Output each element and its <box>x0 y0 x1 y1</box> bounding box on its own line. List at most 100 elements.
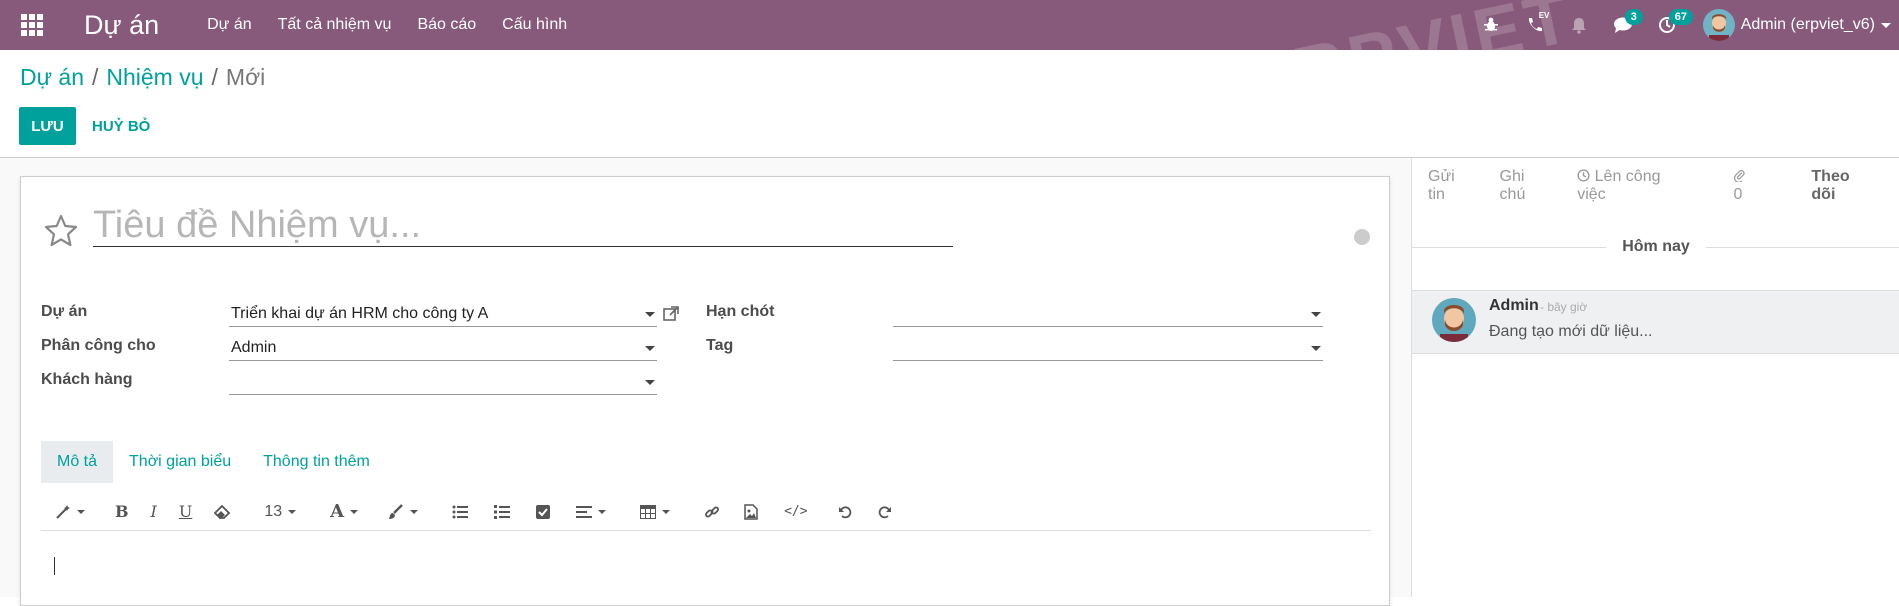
messages-icon[interactable]: 3 <box>1601 0 1645 50</box>
clock-icon <box>1577 169 1590 182</box>
table-icon <box>640 504 657 519</box>
tag-label: Tag <box>706 337 734 354</box>
chevron-down-icon <box>1311 312 1321 317</box>
numbered-list-icon[interactable] <box>494 497 511 527</box>
chevron-down-icon <box>410 509 419 514</box>
bold-icon[interactable]: B <box>115 497 129 527</box>
send-message-button[interactable]: Gửi tin <box>1428 168 1470 204</box>
breadcrumb-separator: / <box>91 64 99 90</box>
chevron-down-icon <box>645 312 655 317</box>
menu-item-all-tasks[interactable]: Tất cả nhiệm vụ <box>278 16 392 34</box>
paperclip-icon <box>1733 169 1745 183</box>
menu-item-configuration[interactable]: Cấu hình <box>502 16 567 34</box>
tab-extra-info[interactable]: Thông tin thêm <box>247 441 386 483</box>
bullet-list-icon[interactable] <box>452 497 469 527</box>
paint-brush-icon <box>389 503 403 519</box>
font-size-value: 13 <box>264 502 283 520</box>
voip-phone-icon[interactable]: EV <box>1513 0 1557 50</box>
date-separator-label: Hôm nay <box>1622 238 1690 255</box>
font-size-dropdown[interactable]: 13 <box>264 497 297 527</box>
schedule-activity-button[interactable]: Lên công việc <box>1577 168 1703 204</box>
chatter-panel: Gửi tin Ghi chú Lên công việc 0 Theo dõi… <box>1411 158 1899 597</box>
assignee-value: Admin <box>231 339 277 356</box>
ev-label: EV <box>1538 11 1550 20</box>
chevron-down-icon <box>350 509 359 514</box>
chevron-down-icon <box>662 509 671 514</box>
attachments-count: 0 <box>1733 186 1743 203</box>
separator-line <box>1705 246 1899 248</box>
chevron-down-icon <box>288 509 297 514</box>
style-dropdown[interactable] <box>55 497 85 527</box>
activities-clock-icon[interactable]: 67 <box>1645 0 1693 50</box>
background-color-dropdown[interactable] <box>388 497 419 527</box>
message-author[interactable]: Admin <box>1489 297 1539 315</box>
save-button[interactable]: LƯU <box>19 107 76 145</box>
editor-text-cursor[interactable] <box>54 557 55 575</box>
notification-bell-icon[interactable] <box>1557 0 1601 50</box>
redo-icon[interactable] <box>878 497 892 527</box>
underline-icon[interactable]: U <box>179 497 192 527</box>
notebook-tabs: Mô tả Thời gian biểu Thông tin thêm <box>41 441 386 483</box>
debug-bug-icon[interactable] <box>1469 0 1513 50</box>
tab-timesheets[interactable]: Thời gian biểu <box>113 441 247 483</box>
table-dropdown[interactable] <box>640 497 671 527</box>
checklist-icon[interactable] <box>536 497 551 527</box>
italic-icon[interactable]: I <box>151 497 157 527</box>
customer-field[interactable] <box>229 369 657 395</box>
message-date: - bây giờ <box>1540 300 1588 314</box>
breadcrumb-tasks[interactable]: Nhiệm vụ <box>106 64 203 91</box>
chatter-message: Admin - bây giờ Đang tạo mới dữ liệu... <box>1412 290 1899 354</box>
link-icon[interactable] <box>704 497 720 527</box>
date-separator: Hôm nay <box>1412 238 1899 256</box>
top-navbar: Dự án Dự án Tất cả nhiệm vụ Báo cáo Cấu … <box>0 0 1899 125</box>
message-body: Đang tạo mới dữ liệu... <box>1489 323 1653 340</box>
menu-item-projects[interactable]: Dự án <box>207 16 252 34</box>
external-link-icon[interactable] <box>662 305 680 328</box>
attachments-button[interactable]: 0 <box>1733 168 1782 204</box>
eraser-icon[interactable] <box>214 497 232 527</box>
log-note-button[interactable]: Ghi chú <box>1500 168 1548 204</box>
follow-button[interactable]: Theo dõi <box>1811 168 1869 204</box>
chatter-topbar: Gửi tin Ghi chú Lên công việc 0 Theo dõi <box>1428 168 1899 204</box>
form-sheet: Tiêu đề Nhiệm vụ... Dự án Triển khai dự … <box>20 176 1390 606</box>
deadline-label: Hạn chót <box>706 303 775 320</box>
project-label: Dự án <box>41 303 88 320</box>
chevron-down-icon <box>1881 22 1891 28</box>
activities-badge: 67 <box>1668 9 1693 25</box>
task-title-input[interactable]: Tiêu đề Nhiệm vụ... <box>93 205 953 247</box>
customer-label: Khách hàng <box>41 371 133 388</box>
align-left-icon <box>576 505 593 518</box>
discard-button[interactable]: HUỶ BỎ <box>92 107 150 145</box>
project-field[interactable]: Triển khai dự án HRM cho công ty A <box>229 301 657 327</box>
user-name: Admin (erpviet_v6) <box>1740 16 1875 33</box>
chevron-down-icon <box>77 509 85 514</box>
systray: EV 3 67 Admin (erpviet_v6) <box>1469 0 1899 50</box>
breadcrumb-current: Mới <box>225 64 266 90</box>
font-color-dropdown[interactable]: A <box>330 497 359 527</box>
chevron-down-icon <box>645 380 655 385</box>
app-title: Dự án <box>84 9 160 40</box>
main-menu: Dự án Tất cả nhiệm vụ Báo cáo Cấu hình <box>207 16 593 34</box>
code-view-icon[interactable]: </> <box>784 497 807 527</box>
user-menu[interactable]: Admin (erpviet_v6) <box>1702 9 1891 41</box>
apps-menu-icon[interactable] <box>0 0 64 50</box>
undo-icon[interactable] <box>838 497 852 527</box>
chevron-down-icon <box>598 509 607 514</box>
favorite-star-icon[interactable] <box>43 213 79 254</box>
messages-badge: 3 <box>1624 9 1643 25</box>
tab-description[interactable]: Mô tả <box>41 441 114 483</box>
image-icon[interactable] <box>744 497 758 527</box>
menu-item-reports[interactable]: Báo cáo <box>417 16 476 34</box>
deadline-field[interactable] <box>893 301 1323 327</box>
kanban-state-indicator[interactable] <box>1354 229 1370 245</box>
tag-field[interactable] <box>893 335 1323 361</box>
breadcrumb-separator: / <box>211 64 218 90</box>
separator-line <box>1412 246 1607 248</box>
breadcrumb: Dự án / Nhiệm vụ / Mới <box>20 64 265 91</box>
assignee-field[interactable]: Admin <box>229 335 657 361</box>
magic-wand-icon <box>56 504 70 519</box>
message-author-avatar[interactable] <box>1432 298 1476 342</box>
align-dropdown[interactable] <box>576 497 607 527</box>
breadcrumb-projects[interactable]: Dự án <box>20 64 84 91</box>
user-avatar <box>1702 9 1735 41</box>
